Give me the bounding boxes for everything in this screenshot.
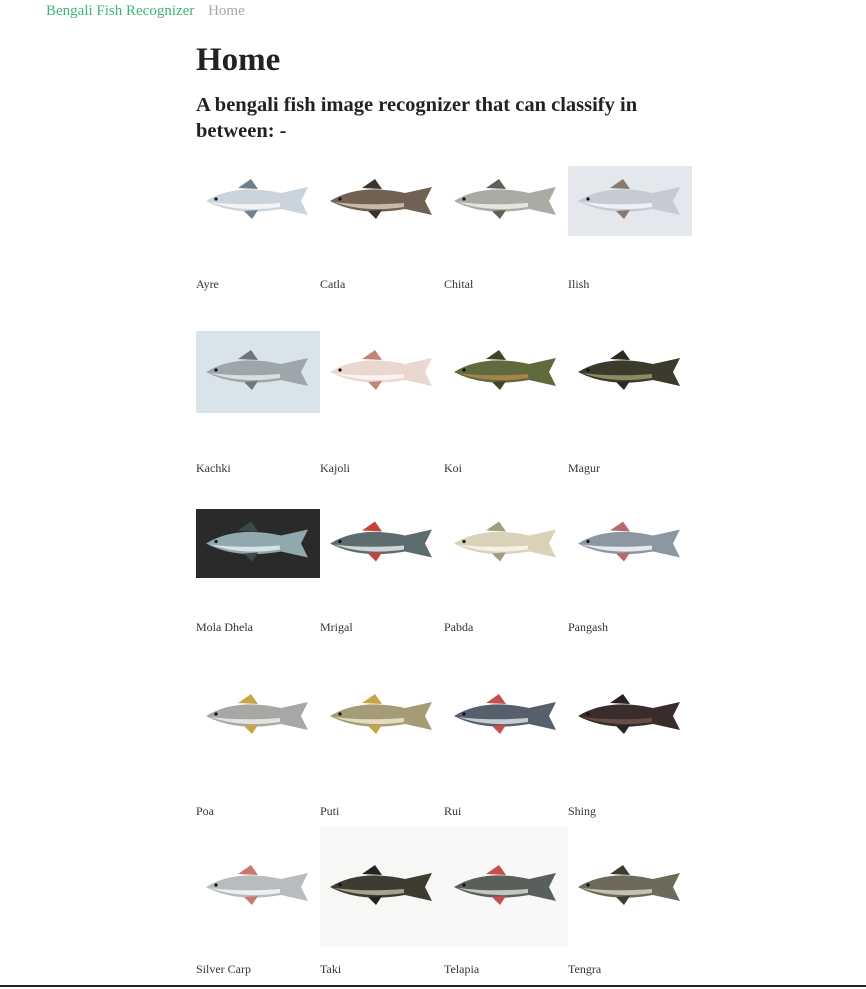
fish-tengra-icon	[568, 827, 692, 947]
fish-label: Chital	[444, 277, 474, 291]
fish-label: Pangash	[568, 620, 608, 634]
fish-telapia-icon	[444, 827, 568, 947]
fish-label: Ayre	[196, 277, 219, 291]
fish-kajoli-icon	[320, 331, 444, 413]
fish-chital-icon	[444, 166, 568, 236]
fish-puti-icon	[320, 676, 444, 756]
fish-label: Taki	[320, 962, 342, 976]
fish-label: Telapia	[444, 962, 480, 976]
fish-kachki-icon	[196, 331, 320, 413]
fish-poa-icon	[196, 676, 320, 756]
fish-label: Silver Carp	[196, 962, 251, 976]
fish-label: Magur	[568, 461, 600, 475]
fish-label: Shing	[568, 804, 597, 818]
fish-label: Rui	[444, 804, 462, 818]
fish-magur-icon	[568, 331, 692, 413]
fish-label: Mola Dhela	[196, 620, 253, 634]
fish-rui-icon	[444, 676, 568, 756]
bottom-divider	[0, 985, 866, 987]
fish-mrigal-icon	[320, 509, 444, 578]
fish-label: Catla	[320, 277, 346, 291]
fish-pangash-icon	[568, 509, 692, 578]
brand-link[interactable]: Bengali Fish Recognizer	[46, 3, 194, 19]
fish-label: Mrigal	[320, 620, 353, 634]
fish-label: Tengra	[568, 962, 602, 976]
page-title: Home	[196, 42, 281, 78]
fish-silver-carp-icon	[196, 827, 320, 947]
fish-koi-icon	[444, 331, 568, 413]
top-navbar: Bengali Fish Recognizer Home	[46, 3, 245, 20]
fish-label: Koi	[444, 461, 462, 475]
fish-pabda-icon	[444, 509, 568, 578]
fish-label: Kajoli	[320, 461, 350, 475]
fish-mola-dhela-icon	[196, 509, 320, 578]
fish-catla-icon	[320, 166, 444, 236]
fish-label: Poa	[196, 804, 214, 818]
fish-label: Kachki	[196, 461, 231, 475]
nav-home-link[interactable]: Home	[208, 3, 245, 19]
page-subtitle: A bengali fish image recognizer that can…	[196, 94, 638, 142]
fish-label: Puti	[320, 804, 340, 818]
fish-label: Ilish	[568, 277, 590, 291]
fish-ilish-icon	[568, 166, 692, 236]
fish-shing-icon	[568, 676, 692, 756]
fish-ayre-icon	[196, 166, 320, 236]
fish-taki-icon	[320, 827, 444, 947]
fish-label: Pabda	[444, 620, 474, 634]
